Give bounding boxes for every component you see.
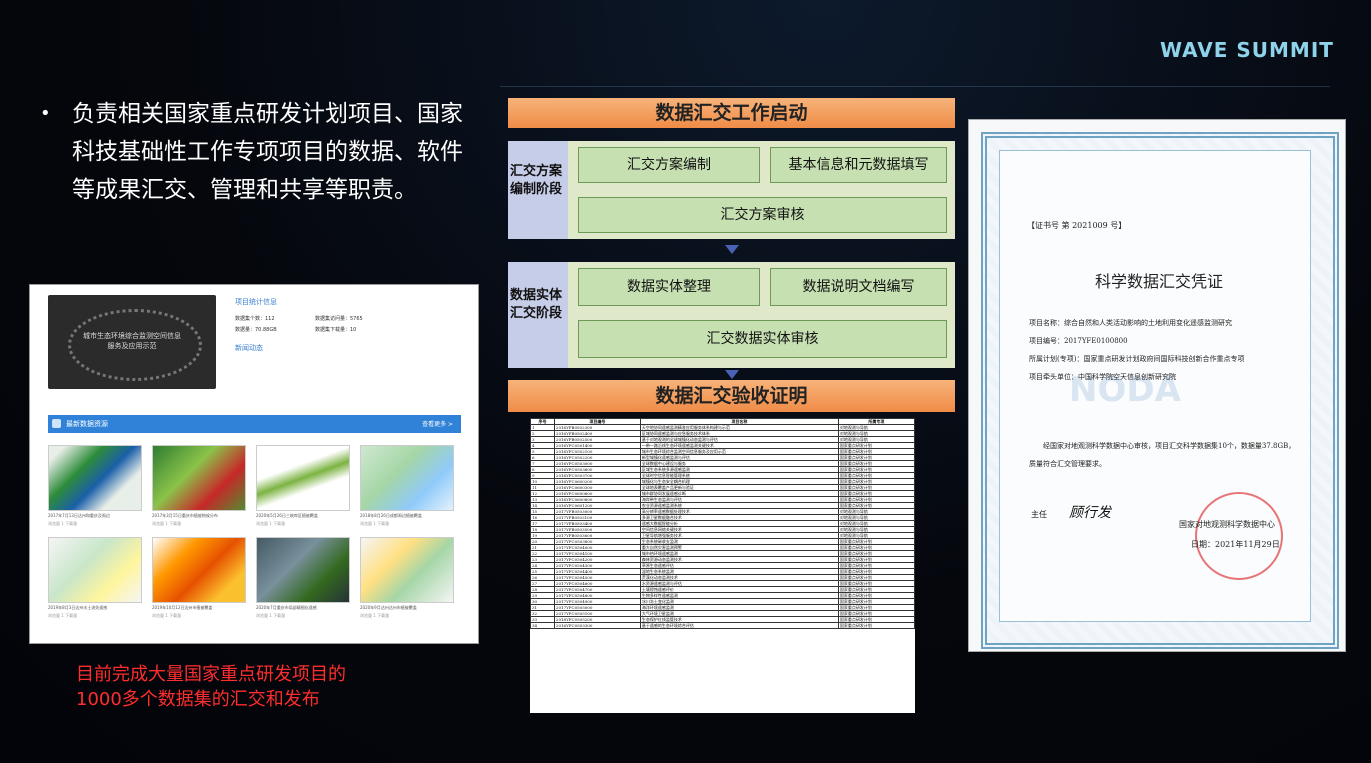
hero-text-line-1: 城市生态环境综合监测空间信息 xyxy=(83,332,181,340)
thumbnail-meta: 浏览量 1 下载量 xyxy=(48,613,78,618)
thumbnail-meta: 浏览量 1 下载量 xyxy=(256,613,286,618)
thumbnail-caption: 2018年8月26日成都周边植被覆盖 xyxy=(360,513,422,518)
thumbnail-meta: 浏览量 1 下载量 xyxy=(152,613,182,618)
data-portal-screenshot: 城市生态环境综合监测空间信息 服务及应用示范 项目统计信息 数据集个数：112 … xyxy=(29,284,479,644)
stat-dataset-count: 数据集个数：112 xyxy=(235,316,275,322)
stats-title: 项目统计信息 xyxy=(235,298,277,306)
header-divider xyxy=(500,86,1330,87)
cert-project-no: 项目编号：2017YFE0100800 xyxy=(1029,337,1128,345)
map-thumbnail[interactable] xyxy=(48,537,142,603)
table-cell: 国家重点研发计划 xyxy=(837,622,915,629)
table-row: 1 2016YFB0502300 天空地协同遥感监测精准应用服务体系构建与示范 对地观… xyxy=(530,424,915,431)
flow-start: 数据汇交工作启动 xyxy=(508,98,955,128)
stat-visits: 数据集访问量：5765 xyxy=(315,316,363,322)
resources-title: 最新数据资源 xyxy=(66,420,108,428)
bullet-text: 负责相关国家重点研发计划项目、国家科技基础性工作专项项目的数据、软件等成果汇交、… xyxy=(72,101,463,203)
thumbnail-meta: 浏览量 1 下载量 xyxy=(48,521,78,526)
table-row: 5 2016YFC0502100 城市生态环境综合监测空间信息服务及应用示范 国家重点… xyxy=(530,448,915,455)
cert-project-plan: 所属计划(专项)：国家重点研发计划政府间国际科技创新合作重点专项 xyxy=(1029,355,1245,363)
data-review-box: 汇交数据实体审核 xyxy=(578,320,947,358)
thumbnail-caption: 2019年8月3日达州水土流失遥感 xyxy=(48,605,108,610)
cert-project-name: 项目名称：综合自然和人类活动影响的土地利用变化遥感监测研究 xyxy=(1029,319,1232,327)
map-thumbnail[interactable] xyxy=(48,445,142,511)
map-thumbnail[interactable] xyxy=(256,537,350,603)
bullet-point: • 负责相关国家重点研发计划项目、国家科技基础性工作专项项目的数据、软件等成果汇… xyxy=(40,95,470,209)
bullet-marker: • xyxy=(40,103,51,124)
cert-date: 日期：2021年11月29日 xyxy=(1191,540,1280,549)
brand-logo: WAVE SUMMIT xyxy=(1160,38,1334,62)
cert-org: 国家对地观测科学数据中心 xyxy=(1179,520,1275,529)
map-thumbnail[interactable] xyxy=(360,445,454,511)
thumbnail-meta: 浏览量 1 下载量 xyxy=(256,521,286,526)
cert-body: 经国家对地观测科学数据中心审核，项目汇交科学数据集10个，数据量37.8GB，质… xyxy=(1029,442,1296,468)
thumbnail-caption: 2020年5月26日三峡库区植被覆盖 xyxy=(256,513,318,518)
caption-line-1: 目前完成大量国家重点研发项目的 xyxy=(76,664,346,685)
stage-1-label: 汇交方案编制阶段 xyxy=(509,164,562,197)
arrow-down-icon xyxy=(725,245,739,254)
plan-review-box: 汇交方案审核 xyxy=(578,197,947,233)
resources-icon xyxy=(52,419,61,428)
map-thumbnail[interactable] xyxy=(152,537,246,603)
thumbnail-caption: 2019年10月12日达州市植被覆盖 xyxy=(152,605,213,610)
flow-end: 数据汇交验收证明 xyxy=(508,380,955,412)
cert-project-unit: 项目牵头单位：中国科学院空天信息创新研究院 xyxy=(1029,373,1176,381)
stat-downloads: 数据集下载量：10 xyxy=(315,327,357,333)
map-thumbnail[interactable] xyxy=(256,445,350,511)
dataset-table: 序号 项目编号 项目名称 所属专项 1 2016YFB0502300 天空地协同遥感… xyxy=(530,418,915,629)
hero-text: 城市生态环境综合监测空间信息 服务及应用示范 xyxy=(48,331,216,351)
thumbnail-meta: 浏览量 1 下载量 xyxy=(152,521,182,526)
certificate-number: 【证书号 第 2021009 号】 xyxy=(1027,221,1127,230)
certificate-image: NODA 【证书号 第 2021009 号】 科学数据汇交凭证 项目名称：综合自… xyxy=(968,119,1346,652)
portal-hero-banner: 城市生态环境综合监测空间信息 服务及应用示范 xyxy=(48,295,216,389)
doc-write-box: 数据说明文档编写 xyxy=(770,268,947,306)
hero-text-line-2: 服务及应用示范 xyxy=(107,342,157,350)
summary-caption: 目前完成大量国家重点研发项目的 1000多个数据集的汇交和发布 xyxy=(76,662,346,712)
thumbnail-meta: 浏览量 1 下载量 xyxy=(360,521,390,526)
dataset-table-image: 序号 项目编号 项目名称 所属专项 1 2016YFB0502300 天空地协同遥感… xyxy=(530,418,915,713)
thumbnail-caption: 2020年9月达州达州市植被覆盖 xyxy=(360,605,417,610)
plan-compile-box: 汇交方案编制 xyxy=(578,147,760,183)
map-thumbnail[interactable] xyxy=(360,537,454,603)
arrow-down-icon xyxy=(725,370,739,379)
stage-2-label: 数据实体汇交阶段 xyxy=(509,288,562,321)
metadata-fill-box: 基本信息和元数据填写 xyxy=(770,147,947,183)
cert-director-label: 主任 xyxy=(1031,510,1047,519)
thumbnail-meta: 浏览量 1 下载量 xyxy=(360,613,390,618)
caption-line-2: 1000多个数据集的汇交和发布 xyxy=(76,689,320,710)
table-cell: 2016YFC0503300 xyxy=(553,622,641,629)
news-link[interactable]: 新闻动态 xyxy=(235,343,263,353)
table-cell: 基于遥感的生态环境综合评估 xyxy=(639,622,839,629)
table-row: 34 2016YFC0503300 基于遥感的生态环境综合评估 国家重点研发计划 xyxy=(530,622,915,629)
thumbnail-caption: 2017年7月13日达州和重庆及周边 xyxy=(48,513,110,518)
certificate-title: 科学数据汇交凭证 xyxy=(1094,272,1223,291)
resources-header: 最新数据资源 查看更多 > xyxy=(48,415,461,433)
cert-signature: 顾行发 xyxy=(1069,505,1111,521)
thumbnail-caption: 2017年3月15日重庆市植被物候分布 xyxy=(152,513,218,518)
table-cell: 34 xyxy=(530,622,555,629)
map-thumbnail[interactable] xyxy=(152,445,246,511)
official-seal-icon xyxy=(1195,492,1283,580)
stat-data-volume: 数据量：70.88GB xyxy=(235,327,277,333)
thumbnail-caption: 2020年7月重庆市局部精细化遥感 xyxy=(256,605,317,610)
data-organize-box: 数据实体整理 xyxy=(578,268,760,306)
more-link[interactable]: 查看更多 > xyxy=(422,419,453,428)
